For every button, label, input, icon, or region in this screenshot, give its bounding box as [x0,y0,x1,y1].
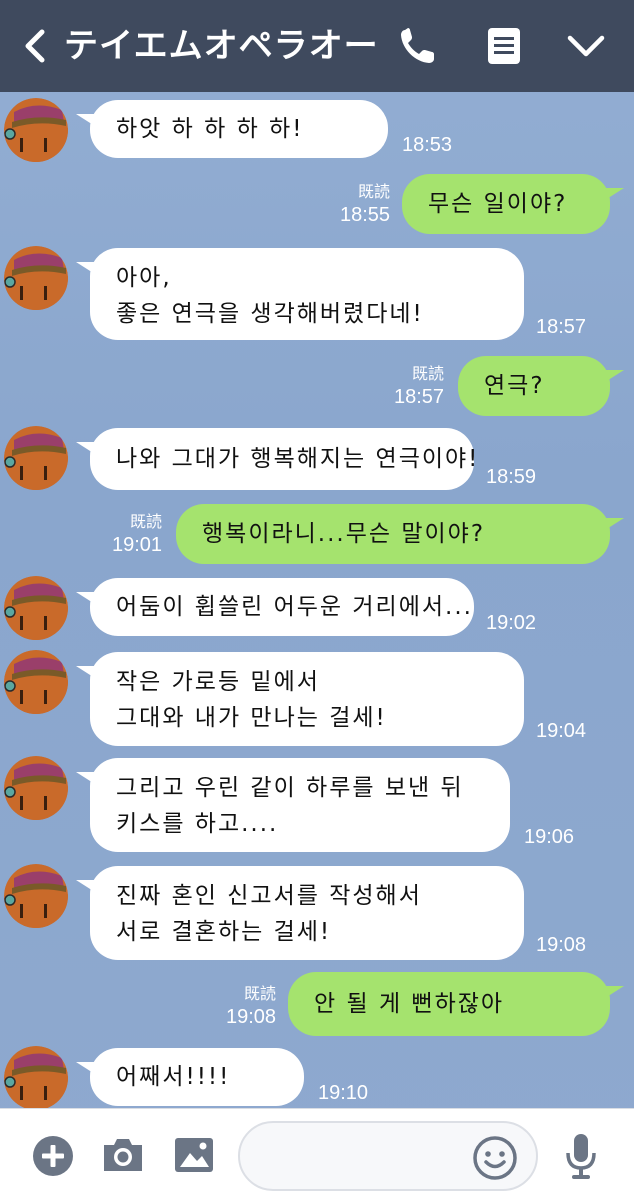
message-text: 그리고 우린 같이 하루를 보낸 뒤 [116,775,464,801]
incoming-message-bubble[interactable]: 하앗 하 하 하 하! [90,100,388,158]
image-icon[interactable] [172,1133,216,1177]
outgoing-message-bubble[interactable]: 행복이라니...무슨 말이야? [176,504,610,564]
message-timestamp: 18:57 [394,386,445,408]
incoming-message-bubble[interactable]: 작은 가로등 밑에서그대와 내가 만나는 걸세! [90,652,524,746]
message-text: 어째서!!!! [116,1064,231,1090]
microphone-icon[interactable] [562,1131,600,1181]
message-timestamp: 19:08 [536,934,587,956]
message-text: 행복이라니...무슨 말이야? [202,521,486,547]
message-text: 연극? [484,373,545,399]
message-input[interactable] [238,1121,538,1191]
message-timestamp: 19:08 [226,1006,277,1028]
message-timestamp: 19:04 [536,720,587,742]
bubble-tail [602,986,624,1000]
message-text: 안 될 게 뻔하잖아 [314,991,505,1017]
message-text: 키스를 하고.... [116,811,279,837]
incoming-message-bubble[interactable]: 아아, 좋은 연극을 생각해버렸다네! [90,248,524,340]
bubble-tail [76,592,98,606]
incoming-message-bubble[interactable]: 그리고 우린 같이 하루를 보낸 뒤키스를 하고.... [90,758,510,852]
incoming-message-bubble[interactable]: 어째서!!!! [90,1048,304,1106]
bubble-tail [76,666,98,680]
avatar[interactable] [4,246,68,310]
message-list[interactable]: 하앗 하 하 하 하! 18:53 무슨 일이야? 既読 18:55 아아, 좋은 연극을… [0,92,634,1108]
message-text: 작은 가로등 밑에서 [116,669,320,695]
message-text: 좋은 연극을 생각해버렸다네! [116,301,424,327]
message-text: 서로 결혼하는 걸세! [116,919,332,945]
message-meta: 既読 18:57 [394,364,444,410]
avatar[interactable] [4,1046,68,1108]
message-timestamp: 19:10 [318,1082,369,1104]
message-timestamp: 18:55 [340,204,391,226]
bubble-tail [76,880,98,894]
message-timestamp: 19:06 [524,826,575,848]
composer-bar [0,1108,634,1200]
message-text: 그대와 내가 만나는 걸세! [116,705,387,731]
message-timestamp: 18:53 [402,134,453,156]
bubble-tail [76,114,98,128]
camera-icon[interactable] [100,1133,146,1177]
outgoing-message-bubble[interactable]: 무슨 일이야? [402,174,610,234]
outgoing-message-bubble[interactable]: 연극? [458,356,610,416]
bubble-tail [602,518,624,532]
bubble-tail [602,188,624,202]
outgoing-message-bubble[interactable]: 안 될 게 뻔하잖아 [288,972,610,1036]
plus-icon[interactable] [32,1135,74,1177]
avatar[interactable] [4,756,68,820]
chat-title: テイエムオペラオー [64,26,379,66]
menu-icon[interactable] [482,24,526,68]
read-receipt: 既読 [412,364,445,383]
incoming-message-bubble[interactable]: 나와 그대가 행복해지는 연극이야! [90,428,480,490]
message-timestamp: 18:59 [486,466,537,488]
read-receipt: 既読 [358,182,391,201]
avatar[interactable] [4,864,68,928]
back-icon[interactable] [18,28,52,64]
message-meta: 既読 18:55 [340,182,390,228]
message-text: 아아, [116,265,172,291]
message-text: 나와 그대가 행복해지는 연극이야! [116,446,480,472]
bubble-tail [76,1062,98,1076]
message-timestamp: 18:57 [536,316,587,338]
bubble-tail [76,772,98,786]
incoming-message-bubble[interactable]: 어둠이 휩쓸린 어두운 거리에서... [90,578,474,636]
avatar[interactable] [4,98,68,162]
read-receipt: 既読 [244,984,277,1003]
bubble-tail [76,442,98,456]
bubble-tail [602,370,624,384]
bubble-tail [76,262,98,276]
incoming-message-bubble[interactable]: 진짜 혼인 신고서를 작성해서서로 결혼하는 걸세! [90,866,524,960]
message-text: 무슨 일이야? [428,191,568,217]
message-meta: 既読 19:01 [112,512,162,558]
avatar[interactable] [4,426,68,490]
avatar[interactable] [4,576,68,640]
message-text: 하앗 하 하 하 하! [116,116,304,142]
phone-icon[interactable] [396,24,440,68]
read-receipt: 既読 [130,512,163,531]
message-text: 진짜 혼인 신고서를 작성해서 [116,883,422,909]
avatar[interactable] [4,650,68,714]
message-text: 어둠이 휩쓸린 어두운 거리에서... [116,594,473,620]
message-timestamp: 19:02 [486,612,537,634]
chat-header: テイエムオペラオー [0,0,634,92]
message-meta: 既読 19:08 [226,984,276,1030]
chevron-down-icon[interactable] [564,24,608,68]
emoji-icon[interactable] [472,1135,518,1181]
message-timestamp: 19:01 [112,534,163,556]
